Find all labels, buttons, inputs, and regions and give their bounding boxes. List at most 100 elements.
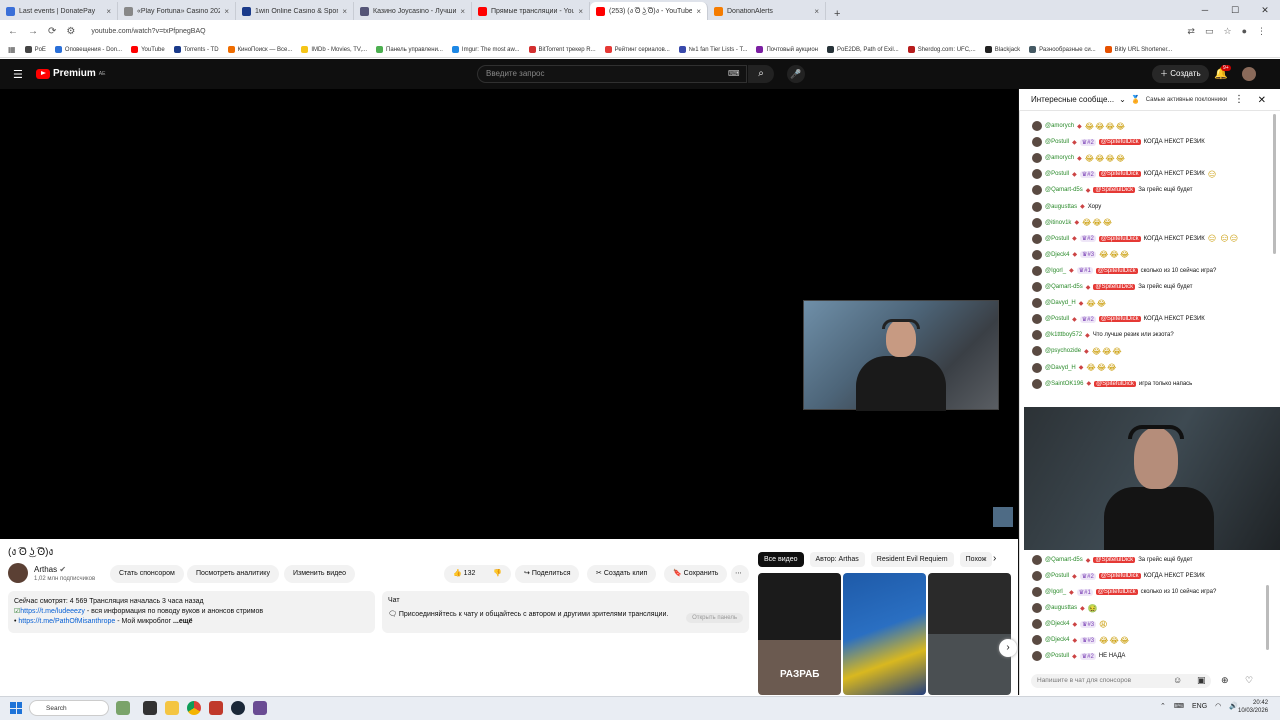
bookmark-item[interactable]: Bitly URL Shortener... xyxy=(1104,46,1172,53)
recommendation-thumb[interactable] xyxy=(928,573,1011,695)
chat-author[interactable]: @augusttas xyxy=(1045,204,1077,210)
chat-avatar[interactable] xyxy=(1032,249,1042,260)
chat-author[interactable]: @Postull xyxy=(1045,236,1069,242)
heart-icon[interactable]: ♡ xyxy=(1245,675,1253,686)
description-box[interactable]: Сейчас смотрят: 4 569 Трансляция началас… xyxy=(8,591,375,633)
bookmark-item[interactable]: PoE2DB, Path of Exil... xyxy=(827,46,899,53)
bookmark-item[interactable]: PoE xyxy=(24,46,46,53)
bookmark-item[interactable]: YouTube xyxy=(131,46,165,53)
keyboard-icon[interactable]: ⌨ xyxy=(728,69,740,78)
task-view-icon[interactable] xyxy=(143,701,157,715)
chat-author[interactable]: @SaintOK196 xyxy=(1045,381,1083,387)
translate-icon[interactable]: ⇄ xyxy=(1187,26,1195,37)
sticker-icon[interactable]: ▣ xyxy=(1197,675,1206,686)
filter-chip[interactable]: Автор: Arthas xyxy=(809,552,865,567)
chat-avatar[interactable] xyxy=(1032,265,1042,276)
filter-chip[interactable]: Resident Evil Requiem xyxy=(870,552,954,567)
chat-author[interactable]: @Djeck4 xyxy=(1045,637,1069,643)
site-info-icon[interactable]: ⚙ xyxy=(66,26,75,37)
chat-author[interactable]: @Qamart-d5s xyxy=(1045,284,1083,290)
taskbar-search[interactable]: Search xyxy=(29,700,109,716)
chat-avatar[interactable] xyxy=(1032,185,1042,196)
tab-close-icon[interactable]: × xyxy=(460,7,465,16)
chat-author[interactable]: @k1tttboy572 xyxy=(1045,332,1082,338)
bookmark-item[interactable]: Рейтинг сериалов... xyxy=(604,46,670,53)
weather-icon[interactable] xyxy=(116,701,130,715)
chat-avatar[interactable] xyxy=(1032,555,1042,565)
cast-icon[interactable]: ▭ xyxy=(1205,26,1214,37)
language-indicator[interactable]: ENG xyxy=(1192,703,1207,710)
mic-icon[interactable]: 🎤 xyxy=(787,65,805,83)
tab-close-icon[interactable]: × xyxy=(578,7,583,16)
open-panel-button[interactable]: Открыть панель xyxy=(686,613,743,623)
bookmark-item[interactable]: Blackjack xyxy=(984,46,1020,53)
share-button[interactable]: ↪ Поделиться xyxy=(515,565,580,583)
minimize-icon[interactable]: ─ xyxy=(1190,0,1220,20)
browser-tab[interactable]: Казино Joycasino - Лучшие он× xyxy=(354,2,472,20)
reload-icon[interactable]: ⟳ xyxy=(48,26,56,37)
browser-tab[interactable]: 1win Online Casino & Sport Bettin × xyxy=(236,2,354,20)
chat-author[interactable]: @Igorl_ xyxy=(1045,268,1066,274)
chat-avatar[interactable] xyxy=(1032,330,1042,341)
browser-tab[interactable]: DonationAlerts × xyxy=(708,2,826,20)
chat-author[interactable]: @Igorl_ xyxy=(1045,589,1066,595)
menu-icon[interactable]: ☰ xyxy=(13,68,23,81)
chat-scrollbar-lower[interactable] xyxy=(1266,585,1269,650)
player-thumbnail-icon[interactable] xyxy=(993,507,1013,527)
chat-avatar[interactable] xyxy=(1032,201,1042,212)
channel-name[interactable]: Arthas ✔ xyxy=(34,565,66,574)
bookmark-item[interactable]: IMDb - Movies, TV,... xyxy=(301,46,367,53)
chat-author[interactable]: @Postull xyxy=(1045,653,1069,659)
bookmark-item[interactable]: Оповещения - Don... xyxy=(54,46,122,53)
create-button[interactable]: ＋ Создать xyxy=(1152,65,1209,83)
chat-author[interactable]: @Postull xyxy=(1045,171,1069,177)
browser-tab[interactable]: «Play Fortuna» Casino 2026 | Бе × xyxy=(118,2,236,20)
bookmark-item[interactable]: Почтовый аукцион xyxy=(756,46,818,53)
emoji-icon[interactable]: ☺ xyxy=(1173,675,1182,685)
recommendation-thumb[interactable]: РАЗРАБ xyxy=(758,573,841,695)
browser-tab[interactable]: Last events | DonatePay × xyxy=(0,2,118,20)
chat-author[interactable]: @Qamart-d5s xyxy=(1045,187,1083,193)
chat-author[interactable]: @psychozide xyxy=(1045,348,1081,354)
bookmark-item[interactable]: КиноПоиск — Все... xyxy=(227,46,292,53)
profile-icon[interactable]: ● xyxy=(1242,26,1247,37)
bookmark-item[interactable]: Sherdog.com: UFC,... xyxy=(907,46,976,53)
chat-avatar[interactable] xyxy=(1032,378,1042,389)
app2-icon[interactable] xyxy=(253,701,267,715)
forward-icon[interactable]: → xyxy=(28,26,38,37)
new-tab-icon[interactable]: + xyxy=(826,8,848,20)
chat-avatar[interactable] xyxy=(1032,571,1042,581)
browser-tab[interactable]: Прямые трансляции - YouTube× xyxy=(472,2,590,20)
chat-avatar[interactable] xyxy=(1032,619,1042,629)
volume-icon[interactable]: 🔊 xyxy=(1229,702,1238,710)
explorer-icon[interactable] xyxy=(165,701,179,715)
youtube-logo[interactable]: Premium AE xyxy=(36,68,105,79)
browser-tab[interactable]: (253) (ง ͡ʘ ͜ʖ ͡ʘ)ง - YouTube × xyxy=(590,2,708,20)
steam-icon[interactable] xyxy=(231,701,245,715)
more-actions-button[interactable]: ⋯ xyxy=(731,565,749,583)
search-button[interactable]: ⌕ xyxy=(748,65,774,83)
chat-author[interactable]: @itinov1k xyxy=(1045,220,1071,226)
tab-close-icon[interactable]: × xyxy=(224,7,229,16)
bookmark-item[interactable]: Torrents - TD xyxy=(173,46,219,53)
search-input[interactable]: Введите запрос xyxy=(477,65,747,83)
chat-avatar[interactable] xyxy=(1032,314,1042,325)
chat-avatar[interactable] xyxy=(1032,603,1042,613)
dislike-button[interactable]: 👎 xyxy=(487,565,511,583)
chips-next-icon[interactable]: › xyxy=(993,553,996,564)
chat-author[interactable]: @Djeck4 xyxy=(1045,252,1069,258)
app-icon[interactable] xyxy=(209,701,223,715)
maximize-icon[interactable]: ☐ xyxy=(1220,0,1250,20)
chat-avatar[interactable] xyxy=(1032,233,1042,244)
show-more-link[interactable]: ...ещё xyxy=(173,618,193,625)
filter-chip[interactable]: Все видео xyxy=(758,552,804,567)
close-chat-icon[interactable]: ✕ xyxy=(1258,95,1266,106)
chat-author[interactable]: @Davyd_H xyxy=(1045,300,1076,306)
chrome-icon[interactable] xyxy=(187,701,201,715)
channel-avatar[interactable] xyxy=(8,563,28,583)
bookmark-item[interactable]: BitTorrent трекер R... xyxy=(528,46,596,53)
chat-avatar[interactable] xyxy=(1032,153,1042,164)
chat-author[interactable]: @Davyd_H xyxy=(1045,365,1076,371)
bookmark-star-icon[interactable]: ☆ xyxy=(1223,26,1231,37)
tab-close-icon[interactable]: × xyxy=(696,7,701,16)
